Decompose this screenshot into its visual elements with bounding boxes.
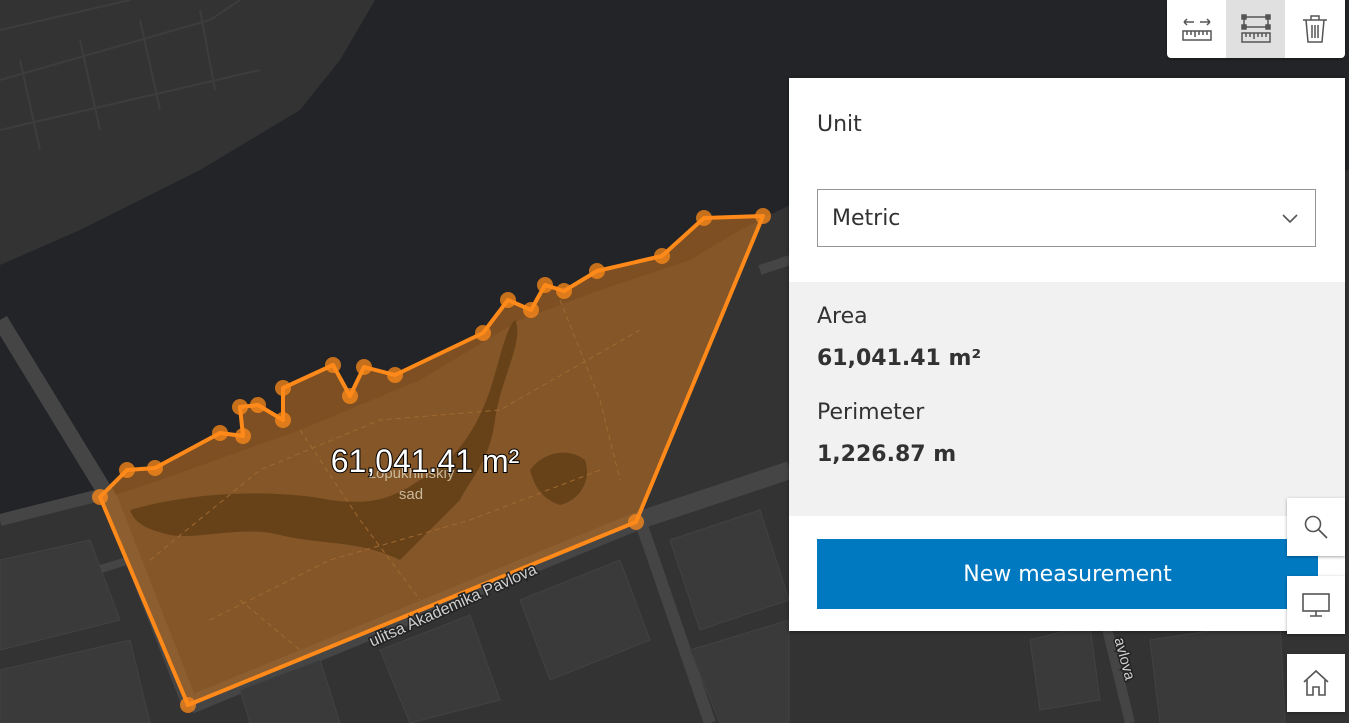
unit-select[interactable]: Metric [817, 189, 1316, 247]
ruler-distance-icon [1181, 18, 1212, 41]
vertex-handle[interactable] [325, 357, 341, 373]
vertex-handle[interactable] [92, 489, 108, 505]
vertex-handle[interactable] [589, 263, 605, 279]
measure-toolbar [1167, 0, 1345, 58]
unit-select-value: Metric [832, 205, 901, 231]
perimeter-value: 1,226.87 m [817, 442, 957, 467]
vertex-handle[interactable] [232, 399, 248, 415]
area-measure-button[interactable] [1226, 0, 1285, 58]
clear-measurement-button[interactable] [1285, 0, 1344, 58]
vertex-handle[interactable] [556, 283, 572, 299]
search-icon [1304, 515, 1328, 539]
vertex-handle[interactable] [387, 367, 403, 383]
monitor-icon [1302, 593, 1330, 617]
perimeter-label: Perimeter [817, 400, 925, 425]
vertex-handle[interactable] [628, 514, 644, 530]
vertex-handle[interactable] [119, 462, 135, 478]
place-name-line2: sad [399, 486, 423, 503]
unit-label: Unit [817, 112, 862, 137]
measurement-results: Area 61,041.41 m² Perimeter 1,226.87 m [789, 282, 1345, 516]
vertex-handle[interactable] [275, 380, 291, 396]
area-value: 61,041.41 m² [817, 346, 982, 371]
vertex-handle[interactable] [475, 325, 491, 341]
vertex-handle[interactable] [537, 277, 553, 293]
new-measurement-button[interactable]: New measurement [817, 539, 1318, 609]
fullscreen-button[interactable] [1287, 576, 1345, 634]
vertex-handle[interactable] [696, 210, 712, 226]
search-button[interactable] [1287, 498, 1345, 556]
vertex-handle[interactable] [275, 412, 291, 428]
vertex-handle[interactable] [755, 208, 771, 224]
vertex-handle[interactable] [212, 425, 228, 441]
vertex-handle[interactable] [654, 248, 670, 264]
area-measurement-label: 61,041.41 m² [331, 443, 520, 479]
measurement-panel: Unit Metric Area 61,041.41 m² Perimeter … [789, 78, 1345, 631]
vertex-handle[interactable] [500, 292, 516, 308]
vertex-handle[interactable] [356, 359, 372, 375]
home-icon [1303, 669, 1329, 696]
vertex-handle[interactable] [180, 697, 196, 713]
vertex-handle[interactable] [342, 388, 358, 404]
vertex-handle[interactable] [147, 460, 163, 476]
trash-icon [1302, 15, 1327, 43]
area-label: Area [817, 304, 868, 329]
vertex-handle[interactable] [250, 397, 266, 413]
distance-measure-button[interactable] [1167, 0, 1226, 58]
vertex-handle[interactable] [235, 428, 251, 444]
ruler-area-icon [1240, 14, 1271, 43]
vertex-handle[interactable] [523, 302, 539, 318]
chevron-down-icon [1282, 214, 1298, 224]
home-button[interactable] [1287, 654, 1345, 712]
